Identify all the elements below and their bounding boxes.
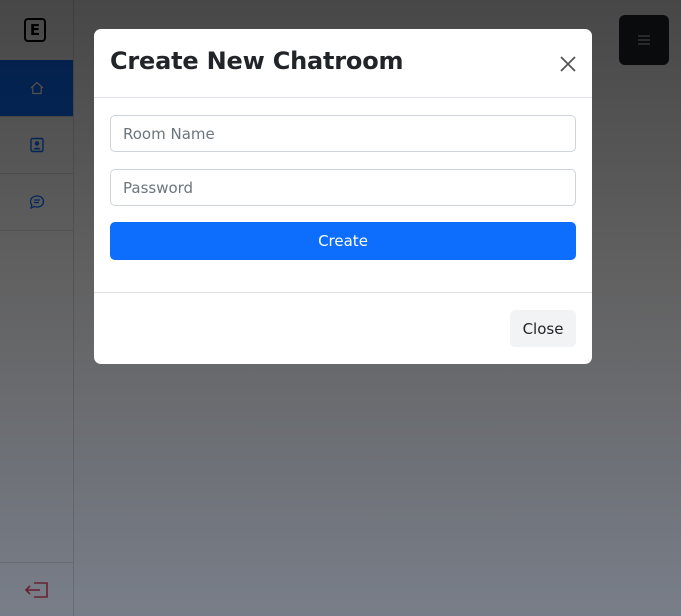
password-input[interactable] [110, 169, 576, 206]
modal-header: Create New Chatroom [94, 29, 592, 98]
modal-footer: Close [94, 293, 592, 363]
close-button[interactable]: Close [510, 310, 576, 347]
close-icon[interactable] [558, 54, 578, 74]
room-name-input[interactable] [110, 115, 576, 152]
modal-body: Create [94, 98, 592, 293]
modal-title: Create New Chatroom [110, 47, 404, 75]
create-chatroom-modal: Create New Chatroom Create Close [94, 29, 592, 364]
create-button[interactable]: Create [110, 222, 576, 260]
